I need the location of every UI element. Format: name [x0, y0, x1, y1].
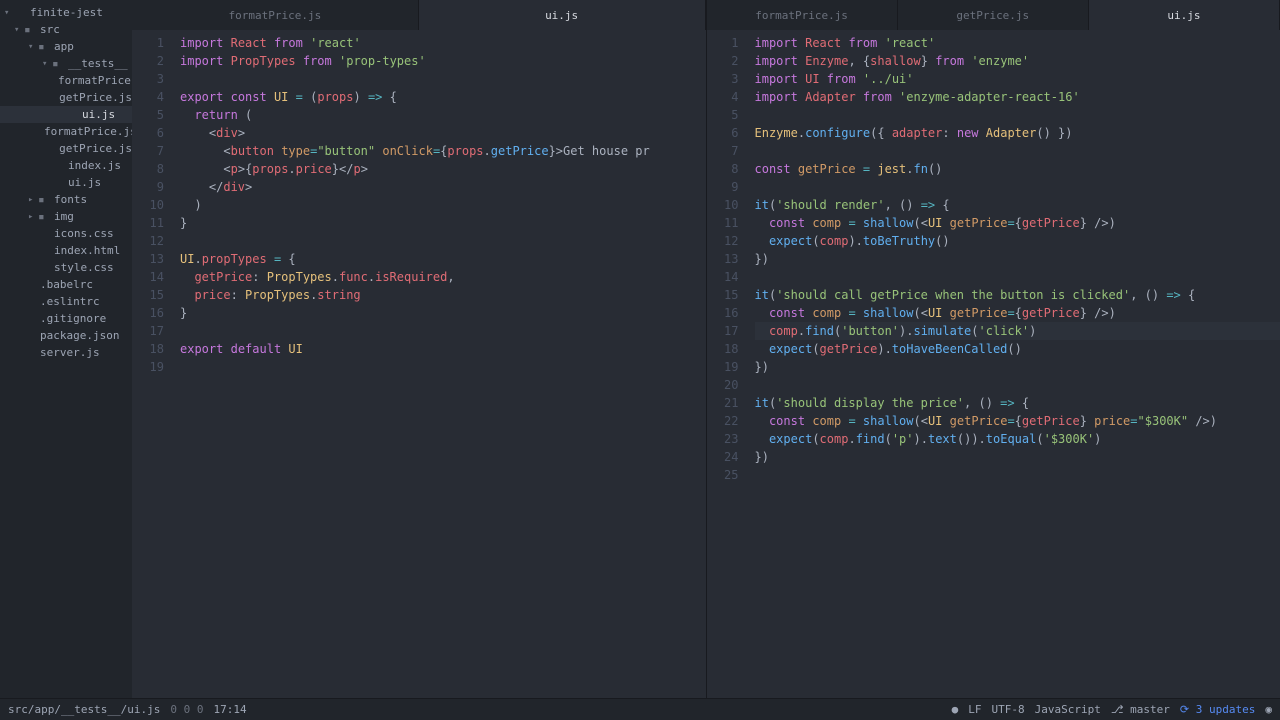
tree-label: finite-jest — [30, 6, 103, 19]
tree-label: ui.js — [68, 176, 101, 189]
status-cursor[interactable]: 17:14 — [213, 703, 246, 716]
tree-label: .babelrc — [40, 278, 93, 291]
tree-label: index.js — [68, 159, 121, 172]
tree-item-package-json[interactable]: package.json — [0, 327, 132, 344]
status-path[interactable]: src/app/__tests__/ui.js — [8, 703, 160, 716]
tree-item-index-js[interactable]: index.js — [0, 157, 132, 174]
tree-label: .eslintrc — [40, 295, 100, 308]
tree-item-formatPrice-js[interactable]: formatPrice.js — [0, 123, 132, 140]
code-left[interactable]: import React from 'react'import PropType… — [180, 30, 706, 698]
tree-label: .gitignore — [40, 312, 106, 325]
folder-icon: ▪ — [38, 210, 52, 223]
github-icon[interactable]: ◉ — [1265, 703, 1272, 716]
tree-item-app[interactable]: ▾▪app — [0, 38, 132, 55]
tree-label: style.css — [54, 261, 114, 274]
tree-item-ui-js[interactable]: ui.js — [0, 174, 132, 191]
updates-link[interactable]: ⟳ 3 updates — [1180, 703, 1255, 716]
tree-item-icons-css[interactable]: icons.css — [0, 225, 132, 242]
tree-item-getPrice-js[interactable]: getPrice.js — [0, 140, 132, 157]
editor-pane-right: formatPrice.jsgetPrice.jsui.js 123456789… — [706, 0, 1280, 698]
branch-icon: ⎇ — [1111, 703, 1124, 716]
editor-right[interactable]: 1234567891011121314151617181920212223242… — [707, 30, 1280, 698]
tree-item--gitignore[interactable]: .gitignore — [0, 310, 132, 327]
tab-ui-js[interactable]: ui.js — [419, 0, 706, 30]
tree-item-style-css[interactable]: style.css — [0, 259, 132, 276]
tree-item-finite-jest[interactable]: ▾finite-jest — [0, 4, 132, 21]
file-tree-sidebar: ▾finite-jest▾▪src▾▪app▾▪__tests__ formatP… — [0, 0, 132, 698]
git-branch[interactable]: ⎇ master — [1111, 703, 1170, 716]
tree-item-img[interactable]: ▸▪img — [0, 208, 132, 225]
folder-icon: ▪ — [24, 23, 38, 36]
status-language[interactable]: JavaScript — [1035, 703, 1101, 716]
tree-label: index.html — [54, 244, 120, 257]
status-line-ending[interactable]: LF — [968, 703, 981, 716]
tree-item--eslintrc[interactable]: .eslintrc — [0, 293, 132, 310]
tabs-right: formatPrice.jsgetPrice.jsui.js — [707, 0, 1280, 30]
folder-icon: ▪ — [52, 57, 66, 70]
tree-label: formatPrice.js — [44, 125, 132, 138]
editor-area: formatPrice.jsui.js 12345678910111213141… — [132, 0, 1280, 698]
tree-label: getPrice.js — [59, 91, 132, 104]
tree-item-ui-js[interactable]: ui.js — [0, 106, 132, 123]
tab-ui-js[interactable]: ui.js — [1089, 0, 1280, 30]
tree-label: img — [54, 210, 74, 223]
tree-item-index-html[interactable]: index.html — [0, 242, 132, 259]
tree-item---tests--[interactable]: ▾▪__tests__ — [0, 55, 132, 72]
tree-item-server-js[interactable]: server.js — [0, 344, 132, 361]
tree-label: formatPrice.js — [58, 74, 132, 87]
tree-item-fonts[interactable]: ▸▪fonts — [0, 191, 132, 208]
tree-item-getPrice-js[interactable]: getPrice.js — [0, 89, 132, 106]
tree-label: package.json — [40, 329, 119, 342]
status-bar: src/app/__tests__/ui.js 0 0 0 17:14 ● LF… — [0, 698, 1280, 720]
folder-icon: ▪ — [38, 193, 52, 206]
code-right[interactable]: import React from 'react'import Enzyme, … — [755, 30, 1280, 698]
editor-left[interactable]: 12345678910111213141516171819 import Rea… — [132, 30, 706, 698]
gutter-left: 12345678910111213141516171819 — [132, 30, 180, 698]
tree-label: icons.css — [54, 227, 114, 240]
tab-formatPrice-js[interactable]: formatPrice.js — [132, 0, 419, 30]
tree-item--babelrc[interactable]: .babelrc — [0, 276, 132, 293]
status-diagnostics[interactable]: 0 0 0 — [170, 703, 203, 716]
tab-formatPrice-js[interactable]: formatPrice.js — [707, 0, 898, 30]
editor-pane-left: formatPrice.jsui.js 12345678910111213141… — [132, 0, 706, 698]
gutter-right: 1234567891011121314151617181920212223242… — [707, 30, 755, 698]
tab-getPrice-js[interactable]: getPrice.js — [898, 0, 1089, 30]
tree-label: fonts — [54, 193, 87, 206]
tree-label: app — [54, 40, 74, 53]
tree-label: ui.js — [82, 108, 115, 121]
tree-label: server.js — [40, 346, 100, 359]
tree-item-src[interactable]: ▾▪src — [0, 21, 132, 38]
tree-item-formatPrice-js[interactable]: formatPrice.js — [0, 72, 132, 89]
folder-icon: ▪ — [38, 40, 52, 53]
status-dot: ● — [952, 703, 959, 716]
status-encoding[interactable]: UTF-8 — [992, 703, 1025, 716]
tree-label: getPrice.js — [59, 142, 132, 155]
tree-label: __tests__ — [68, 57, 128, 70]
tree-label: src — [40, 23, 60, 36]
tabs-left: formatPrice.jsui.js — [132, 0, 706, 30]
